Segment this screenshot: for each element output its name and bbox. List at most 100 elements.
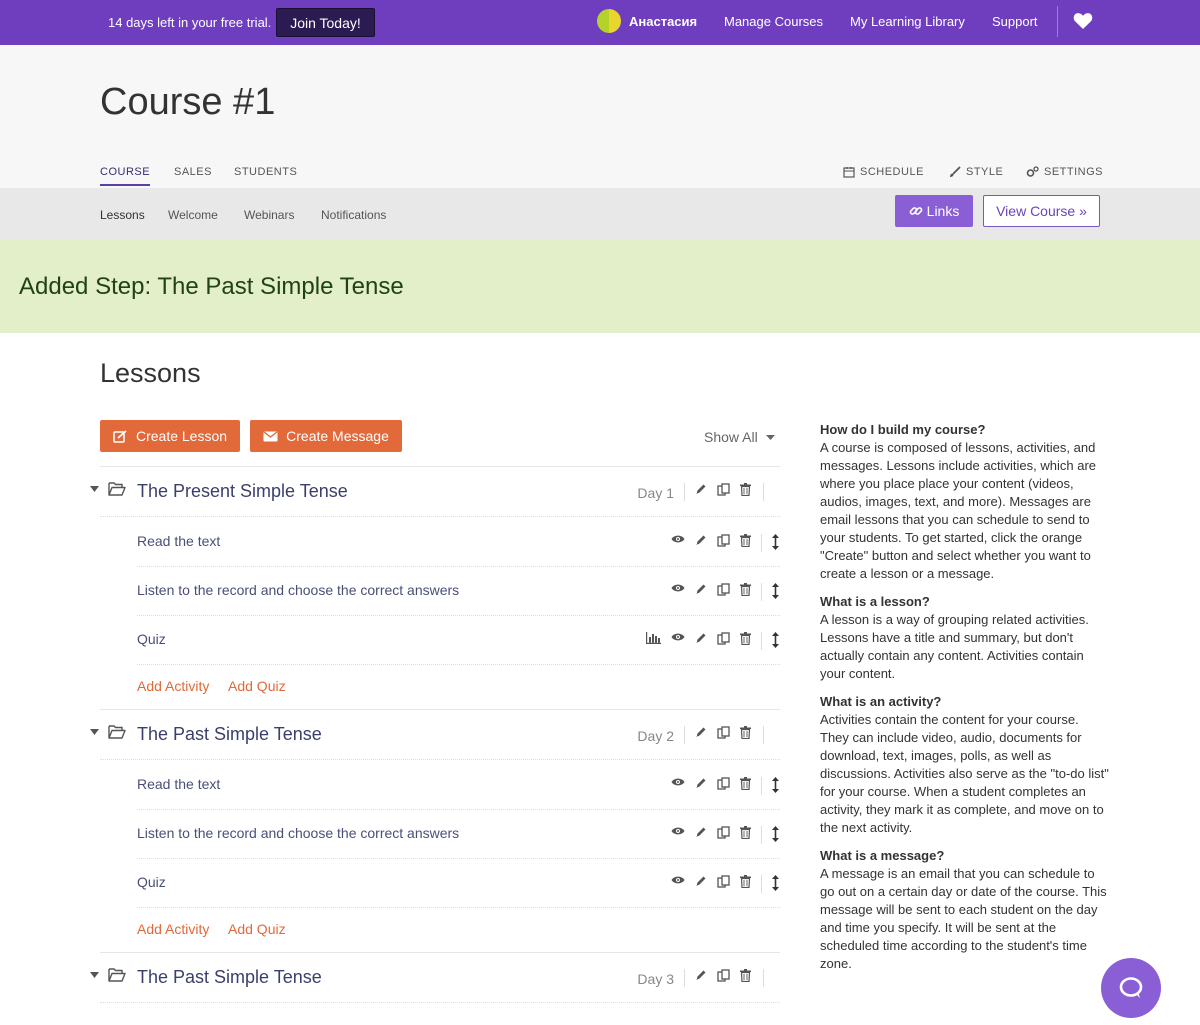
- help-answer-message: A message is an email that you can sched…: [820, 866, 1107, 971]
- help-answer-build: A course is composed of lessons, activit…: [820, 440, 1097, 581]
- subnav-welcome[interactable]: Welcome: [168, 208, 218, 222]
- show-all-dropdown[interactable]: Show All: [704, 429, 775, 445]
- preview-eye-icon[interactable]: [671, 826, 685, 836]
- delete-activity-icon[interactable]: [740, 826, 751, 839]
- activity-title[interactable]: Read the text: [137, 533, 220, 549]
- delete-activity-icon[interactable]: [740, 632, 751, 645]
- create-lesson-label: Create Lesson: [135, 428, 228, 444]
- preview-eye-icon[interactable]: [671, 632, 685, 642]
- icon-separator: [684, 726, 685, 744]
- collapse-caret-icon[interactable]: [90, 729, 99, 735]
- delete-activity-icon[interactable]: [740, 777, 751, 790]
- subnav-webinars[interactable]: Webinars: [244, 208, 294, 222]
- reorder-handle-icon[interactable]: [772, 777, 779, 793]
- duplicate-activity-icon[interactable]: [717, 632, 730, 645]
- reorder-handle-icon[interactable]: [772, 632, 779, 648]
- chat-launcher[interactable]: [1101, 958, 1161, 1018]
- results-chart-icon[interactable]: [646, 632, 661, 644]
- activity-title[interactable]: Read the text: [137, 776, 220, 792]
- links-button[interactable]: Links: [895, 195, 973, 227]
- duplicate-activity-icon[interactable]: [717, 777, 730, 790]
- join-today-button[interactable]: Join Today!: [276, 8, 375, 37]
- delete-lesson-icon[interactable]: [740, 969, 751, 982]
- lesson-title[interactable]: The Past Simple Tense: [137, 967, 322, 988]
- support-link[interactable]: Support: [992, 14, 1038, 29]
- preview-eye-icon[interactable]: [671, 534, 685, 544]
- lesson-row: The Present Simple Tense Day 1: [90, 466, 780, 517]
- edit-lesson-icon[interactable]: [695, 969, 707, 981]
- lesson-day: Day 3: [637, 971, 674, 987]
- icon-separator: [761, 875, 762, 893]
- reorder-handle-icon[interactable]: [772, 826, 779, 842]
- activity-row: Quiz: [137, 858, 780, 908]
- edit-activity-icon[interactable]: [695, 826, 707, 838]
- icon-separator: [763, 726, 764, 744]
- activity-title[interactable]: Listen to the record and choose the corr…: [137, 582, 459, 598]
- activity-title[interactable]: Listen to the record and choose the corr…: [137, 825, 459, 841]
- envelope-icon: [263, 430, 278, 442]
- learning-library-link[interactable]: My Learning Library: [850, 14, 965, 29]
- delete-activity-icon[interactable]: [740, 583, 751, 596]
- add-activity-link[interactable]: Add Activity: [137, 678, 209, 694]
- lesson-row: The Past Simple Tense Day 3: [90, 952, 780, 1003]
- collapse-caret-icon[interactable]: [90, 486, 99, 492]
- folder-open-icon: [108, 482, 126, 496]
- delete-lesson-icon[interactable]: [740, 726, 751, 739]
- edit-lesson-icon[interactable]: [695, 726, 707, 738]
- reorder-handle-icon[interactable]: [772, 583, 779, 599]
- activity-title[interactable]: Quiz: [137, 631, 166, 647]
- tab-students[interactable]: STUDENTS: [234, 166, 297, 184]
- preview-eye-icon[interactable]: [671, 777, 685, 787]
- lesson-title[interactable]: The Past Simple Tense: [137, 724, 322, 745]
- lesson-row: The Past Simple Tense Day 2: [90, 709, 780, 760]
- tab-style[interactable]: STYLE: [949, 166, 1003, 178]
- preview-eye-icon[interactable]: [671, 583, 685, 593]
- duplicate-lesson-icon[interactable]: [717, 969, 730, 982]
- edit-activity-icon[interactable]: [695, 875, 707, 887]
- tab-sales[interactable]: SALES: [174, 166, 212, 184]
- delete-activity-icon[interactable]: [740, 534, 751, 547]
- edit-activity-icon[interactable]: [695, 534, 707, 546]
- subnav-notifications[interactable]: Notifications: [321, 208, 386, 222]
- subnav-lessons[interactable]: Lessons: [100, 208, 145, 222]
- preview-eye-icon[interactable]: [671, 875, 685, 885]
- collapse-caret-icon[interactable]: [90, 972, 99, 978]
- create-message-button[interactable]: Create Message: [250, 420, 402, 452]
- user-avatar[interactable]: [597, 9, 621, 33]
- reorder-handle-icon[interactable]: [772, 534, 779, 550]
- edit-activity-icon[interactable]: [695, 632, 707, 644]
- delete-activity-icon[interactable]: [740, 875, 751, 888]
- delete-lesson-icon[interactable]: [740, 483, 751, 496]
- add-links-row: Add Activity Add Quiz: [137, 907, 780, 952]
- tab-settings[interactable]: SETTINGS: [1026, 166, 1103, 178]
- help-panel: How do I build my course? A course is co…: [820, 421, 1110, 983]
- manage-courses-link[interactable]: Manage Courses: [724, 14, 823, 29]
- heart-icon[interactable]: [1073, 12, 1093, 30]
- duplicate-activity-icon[interactable]: [717, 875, 730, 888]
- icon-separator: [761, 583, 762, 601]
- user-name[interactable]: Анастасия: [629, 14, 697, 29]
- show-all-label: Show All: [704, 429, 758, 445]
- lesson-title[interactable]: The Present Simple Tense: [137, 481, 348, 502]
- edit-lesson-icon[interactable]: [695, 483, 707, 495]
- tab-course[interactable]: COURSE: [100, 166, 151, 186]
- course-header: Course #1 COURSE SALES STUDENTS SCHEDULE…: [0, 45, 1200, 188]
- reorder-handle-icon[interactable]: [772, 875, 779, 891]
- add-activity-link[interactable]: Add Activity: [137, 921, 209, 937]
- icon-separator: [763, 969, 764, 987]
- icon-separator: [761, 632, 762, 650]
- duplicate-lesson-icon[interactable]: [717, 483, 730, 496]
- edit-activity-icon[interactable]: [695, 777, 707, 789]
- activity-title[interactable]: Quiz: [137, 874, 166, 890]
- edit-activity-icon[interactable]: [695, 583, 707, 595]
- add-quiz-link[interactable]: Add Quiz: [228, 921, 286, 937]
- duplicate-activity-icon[interactable]: [717, 826, 730, 839]
- view-course-button[interactable]: View Course »: [983, 195, 1100, 227]
- add-quiz-link[interactable]: Add Quiz: [228, 678, 286, 694]
- duplicate-lesson-icon[interactable]: [717, 726, 730, 739]
- create-lesson-button[interactable]: Create Lesson: [100, 420, 240, 452]
- duplicate-activity-icon[interactable]: [717, 534, 730, 547]
- icon-separator: [761, 826, 762, 844]
- tab-schedule[interactable]: SCHEDULE: [843, 166, 924, 178]
- duplicate-activity-icon[interactable]: [717, 583, 730, 596]
